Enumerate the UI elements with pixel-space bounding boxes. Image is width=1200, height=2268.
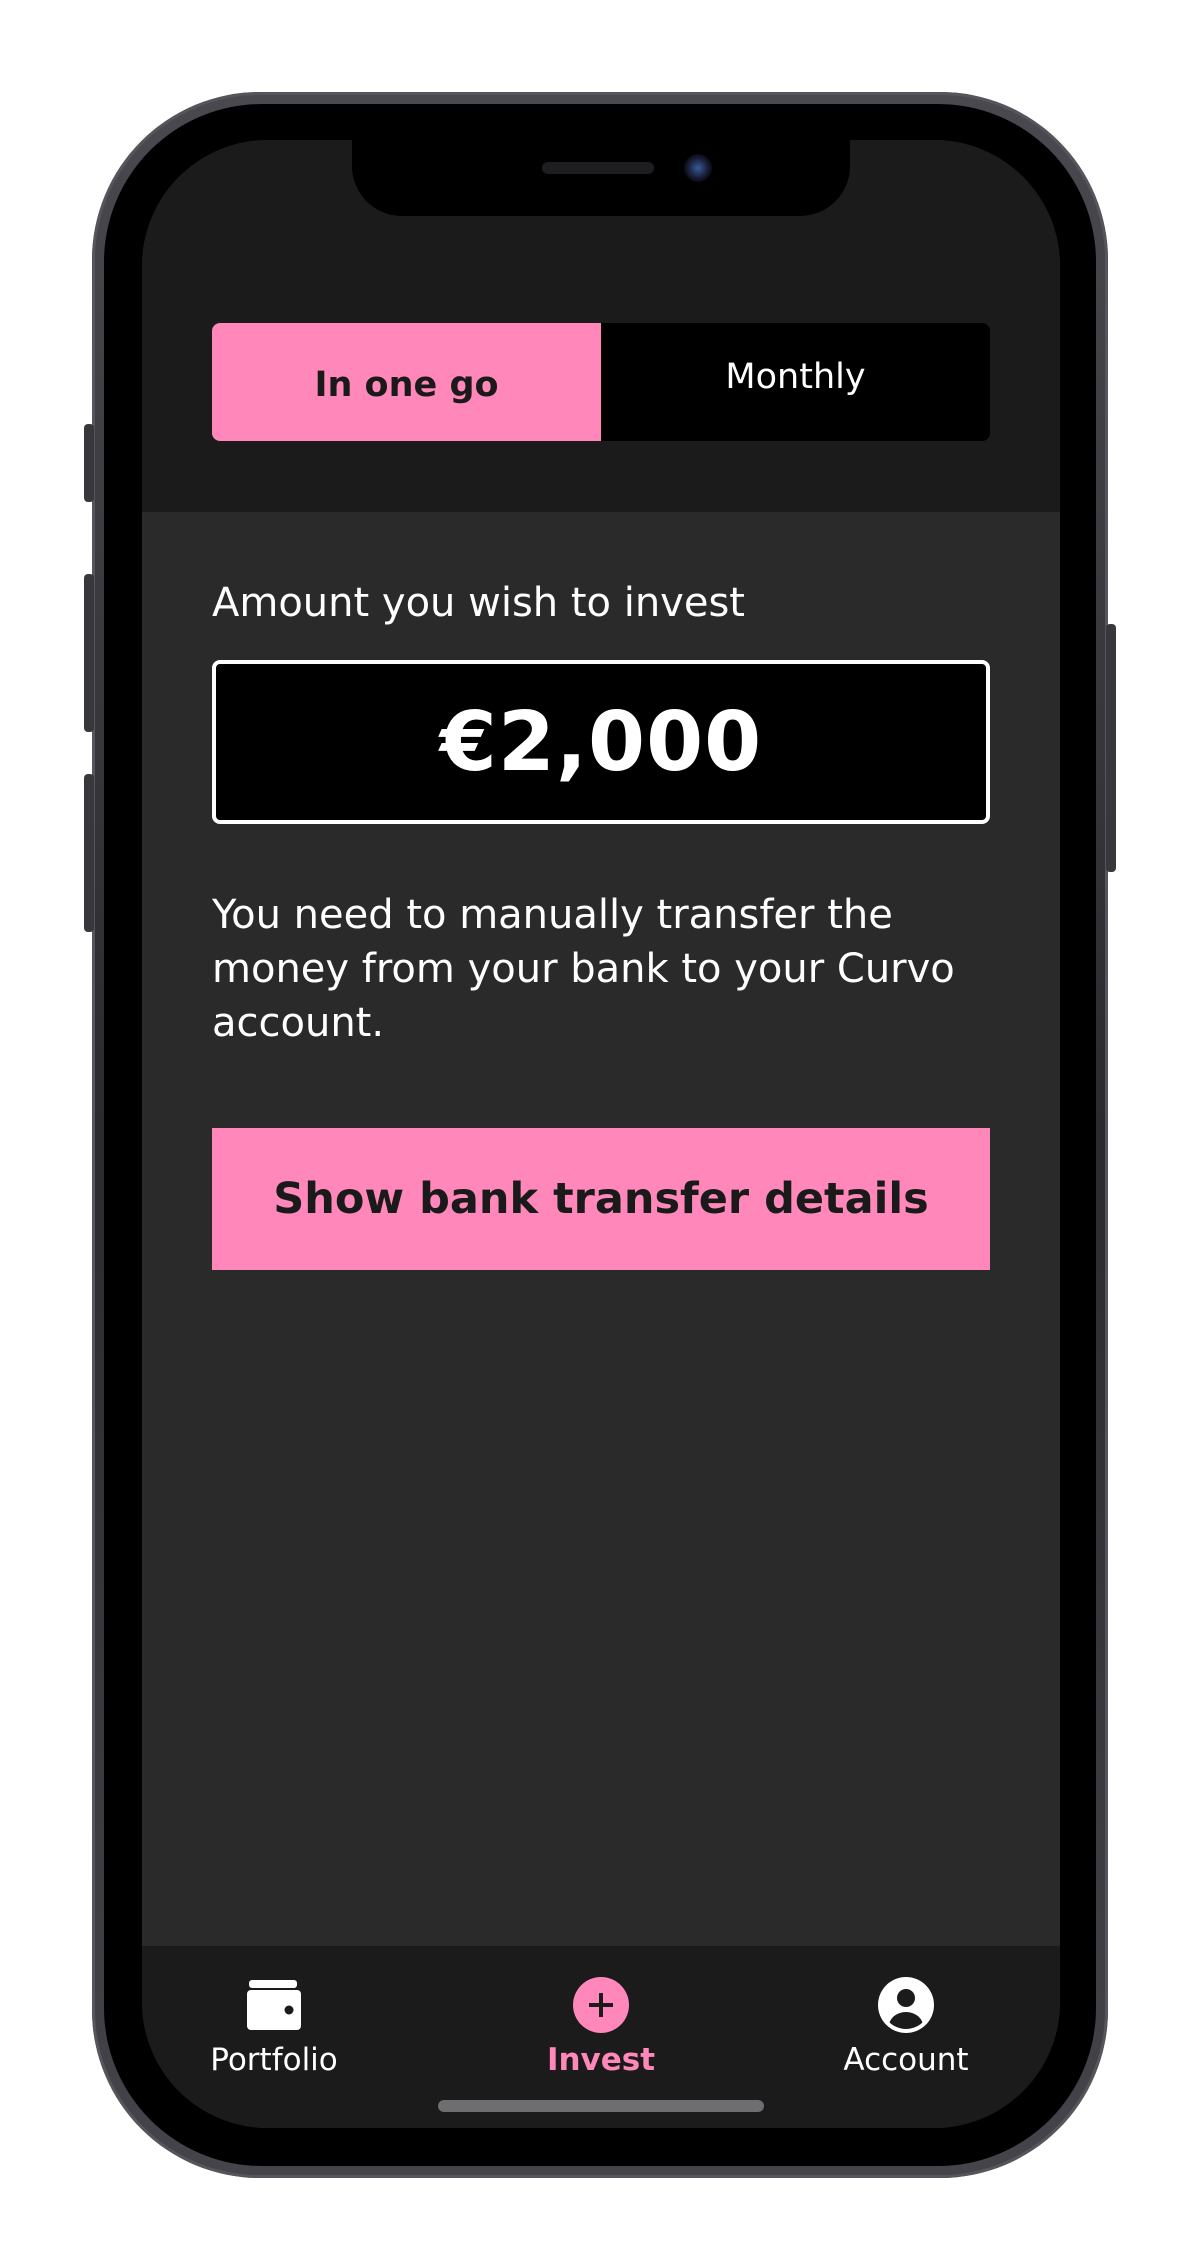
- front-camera: [684, 154, 712, 182]
- amount-value: €2,000: [439, 694, 763, 790]
- tab-invest[interactable]: Invest: [481, 1976, 721, 2086]
- silent-switch: [84, 424, 94, 502]
- power-button: [1106, 624, 1116, 872]
- tab-label: Portfolio: [210, 2042, 338, 2078]
- speaker-grille: [542, 162, 654, 174]
- toggle-monthly[interactable]: Monthly: [601, 323, 990, 441]
- volume-up-button: [84, 574, 94, 732]
- home-indicator: [438, 2100, 764, 2112]
- notch: [352, 140, 850, 216]
- app-screen: In one go Monthly Amount you wish to inv…: [142, 140, 1060, 2128]
- transfer-info-text: You need to manually transfer the money …: [212, 892, 955, 1046]
- amount-label: Amount you wish to invest: [212, 580, 745, 626]
- wallet-icon: [244, 1976, 304, 2034]
- volume-down-button: [84, 774, 94, 932]
- tab-label: Invest: [546, 2042, 656, 2078]
- tab-portfolio[interactable]: Portfolio: [154, 1976, 394, 2086]
- show-bank-transfer-details-button[interactable]: Show bank transfer details: [212, 1128, 990, 1270]
- tab-label: Account: [843, 2042, 969, 2078]
- amount-input[interactable]: €2,000: [212, 660, 990, 824]
- user-circle-icon: [876, 1976, 936, 2034]
- investment-frequency-toggle: In one go Monthly: [212, 323, 990, 441]
- toggle-in-one-go[interactable]: In one go: [212, 323, 601, 441]
- tab-account[interactable]: Account: [786, 1976, 1026, 2086]
- plus-circle-icon: [571, 1976, 631, 2034]
